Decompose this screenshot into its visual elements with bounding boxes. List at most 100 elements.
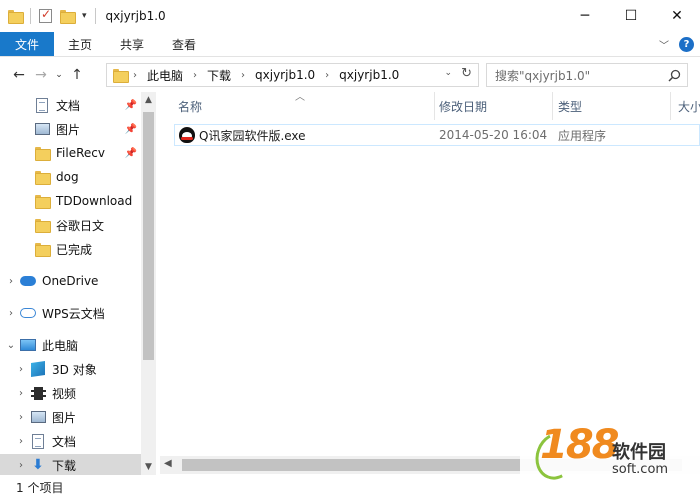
sidebar-item-downloads[interactable]: › ⬇ 下载 bbox=[0, 454, 141, 476]
sidebar-item-wps-cloud[interactable]: › WPS云文档 bbox=[0, 302, 141, 324]
logo-url: soft.com bbox=[612, 462, 669, 477]
picture-icon bbox=[30, 409, 46, 425]
sidebar-item-tddownload[interactable]: TDDownload bbox=[0, 190, 141, 212]
pin-icon[interactable]: 📌 bbox=[125, 100, 137, 111]
properties-icon[interactable] bbox=[39, 7, 52, 23]
file-modified: 2014-05-20 16:04 bbox=[439, 128, 548, 142]
breadcrumb-this-pc[interactable]: 此电脑 bbox=[147, 67, 183, 84]
sidebar-item-documents-pinned[interactable]: 文档 📌 bbox=[0, 94, 141, 116]
sidebar-item-videos[interactable]: › 视频 bbox=[0, 382, 141, 404]
back-arrow-icon[interactable]: ← bbox=[8, 67, 30, 83]
chevron-right-icon[interactable]: › bbox=[14, 412, 28, 423]
title-bar: ▾ qxjyrjb1.0 ─ ☐ ✕ bbox=[0, 0, 700, 32]
sidebar-item-label: 谷歌日文 bbox=[56, 218, 105, 233]
sidebar-item-label: WPS云文档 bbox=[42, 306, 105, 321]
minimize-button[interactable]: ─ bbox=[562, 0, 608, 32]
sidebar-item-label: 已完成 bbox=[56, 242, 93, 257]
tab-view[interactable]: 查看 bbox=[158, 32, 210, 56]
file-name-cell: Q讯家园软件版.exe bbox=[179, 125, 306, 145]
sidebar-item-pictures-pinned[interactable]: 图片 📌 bbox=[0, 118, 141, 140]
sidebar-item-pictures[interactable]: › 图片 bbox=[0, 406, 141, 428]
document-icon bbox=[34, 97, 50, 113]
tab-home[interactable]: 主页 bbox=[54, 32, 106, 56]
column-header-size[interactable]: 大小 bbox=[670, 92, 700, 120]
sidebar-item-label: 此电脑 bbox=[42, 338, 79, 353]
3d-objects-icon bbox=[30, 361, 46, 377]
column-header-row: ︿ 名称 修改日期 类型 大小 bbox=[160, 92, 700, 120]
file-name: Q讯家园软件版.exe bbox=[199, 128, 306, 143]
scroll-left-arrow-icon[interactable]: ◀ bbox=[164, 458, 172, 469]
sidebar-item-label: 3D 对象 bbox=[52, 362, 97, 377]
forward-arrow-icon[interactable]: → bbox=[30, 67, 52, 83]
chevron-down-icon[interactable]: ⌄ bbox=[4, 340, 18, 351]
tab-share[interactable]: 共享 bbox=[106, 32, 158, 56]
address-history-dropdown-icon[interactable]: ⌄ bbox=[444, 68, 452, 78]
folder-icon bbox=[34, 241, 51, 257]
breadcrumb-downloads[interactable]: 下载 bbox=[207, 67, 231, 84]
folder-icon bbox=[34, 193, 51, 209]
new-folder-icon[interactable] bbox=[60, 10, 76, 24]
folder-icon[interactable] bbox=[8, 10, 24, 24]
pin-icon[interactable]: 📌 bbox=[125, 124, 137, 135]
chevron-right-icon[interactable]: › bbox=[241, 70, 245, 81]
column-header-modified[interactable]: 修改日期 bbox=[431, 92, 551, 120]
sidebar-item-label: dog bbox=[56, 170, 79, 184]
chevron-right-icon[interactable]: › bbox=[14, 460, 28, 471]
site-watermark-logo: 188 软件园 soft.com bbox=[520, 418, 700, 499]
scroll-up-arrow-icon[interactable]: ▲ bbox=[141, 95, 156, 105]
folder-icon bbox=[34, 169, 51, 185]
file-row[interactable]: Q讯家园软件版.exe 2014-05-20 16:04 应用程序 bbox=[174, 124, 700, 146]
chevron-right-icon[interactable]: › bbox=[4, 276, 18, 287]
folder-icon bbox=[113, 69, 129, 83]
toolbar-divider bbox=[94, 8, 96, 24]
expand-ribbon-chevron-icon[interactable]: ﹀ bbox=[659, 37, 669, 52]
up-arrow-icon[interactable]: ↑ bbox=[66, 67, 88, 83]
refresh-icon[interactable]: ↻ bbox=[461, 66, 472, 81]
sidebar-item-label: 文档 bbox=[52, 434, 77, 449]
address-bar[interactable]: › 此电脑 › 下载 › qxjyrjb1.0 › qxjyrjb1.0 ⌄ ↻ bbox=[106, 63, 479, 87]
chevron-right-icon[interactable]: › bbox=[133, 70, 137, 81]
ribbon-right-controls: ﹀ ? bbox=[659, 37, 694, 52]
qq-penguin-icon bbox=[179, 127, 195, 143]
help-icon[interactable]: ? bbox=[679, 37, 694, 52]
navigation-pane: 文档 📌 图片 📌 FileRecv 📌 dog TDDownload 谷歌日文… bbox=[0, 92, 156, 476]
customize-toolbar-dropdown-icon[interactable]: ▾ bbox=[82, 11, 87, 21]
nav-pane-scrollbar[interactable]: ▲ ▼ bbox=[141, 92, 156, 475]
chevron-right-icon[interactable]: › bbox=[14, 388, 28, 399]
sidebar-item-label: 图片 bbox=[52, 410, 77, 425]
chevron-right-icon[interactable]: › bbox=[4, 308, 18, 319]
sidebar-item-this-pc[interactable]: ⌄ 此电脑 bbox=[0, 334, 141, 356]
sidebar-item-filerecv[interactable]: FileRecv 📌 bbox=[0, 142, 141, 164]
sidebar-item-onedrive[interactable]: › OneDrive bbox=[0, 270, 141, 292]
column-header-name[interactable]: 名称 bbox=[170, 92, 434, 120]
sidebar-item-dog[interactable]: dog bbox=[0, 166, 141, 188]
chevron-right-icon[interactable]: › bbox=[325, 70, 329, 81]
chevron-right-icon[interactable]: › bbox=[193, 70, 197, 81]
sidebar-item-documents[interactable]: › 文档 bbox=[0, 430, 141, 452]
logo-name: 软件园 bbox=[612, 442, 666, 463]
scrollbar-thumb[interactable] bbox=[143, 112, 154, 360]
maximize-button[interactable]: ☐ bbox=[608, 0, 654, 32]
sidebar-item-completed[interactable]: 已完成 bbox=[0, 238, 141, 260]
scroll-down-arrow-icon[interactable]: ▼ bbox=[141, 462, 156, 472]
folder-icon bbox=[34, 145, 51, 161]
tab-file[interactable]: 文件 bbox=[0, 32, 55, 56]
search-input[interactable]: 搜索"qxjyrjb1.0" bbox=[486, 63, 688, 87]
sidebar-item-label: 视频 bbox=[52, 386, 77, 401]
column-header-type[interactable]: 类型 bbox=[550, 92, 670, 120]
recent-locations-chevron-icon[interactable]: ⌄ bbox=[52, 70, 66, 80]
sidebar-item-label: FileRecv bbox=[56, 146, 105, 160]
sidebar-item-google-japanese[interactable]: 谷歌日文 bbox=[0, 214, 141, 236]
sidebar-item-3d-objects[interactable]: › 3D 对象 bbox=[0, 358, 141, 380]
window-title: qxjyrjb1.0 bbox=[105, 9, 166, 23]
chevron-right-icon[interactable]: › bbox=[14, 436, 28, 447]
breadcrumb-folder[interactable]: qxjyrjb1.0 bbox=[255, 68, 315, 82]
close-button[interactable]: ✕ bbox=[654, 0, 700, 32]
chevron-right-icon[interactable]: › bbox=[14, 364, 28, 375]
onedrive-cloud-icon bbox=[20, 273, 36, 289]
computer-icon bbox=[20, 337, 36, 353]
pin-icon[interactable]: 📌 bbox=[125, 148, 137, 159]
breadcrumb-current-folder[interactable]: qxjyrjb1.0 bbox=[339, 68, 399, 82]
search-icon[interactable] bbox=[668, 69, 681, 82]
sidebar-item-label: TDDownload bbox=[56, 194, 133, 208]
